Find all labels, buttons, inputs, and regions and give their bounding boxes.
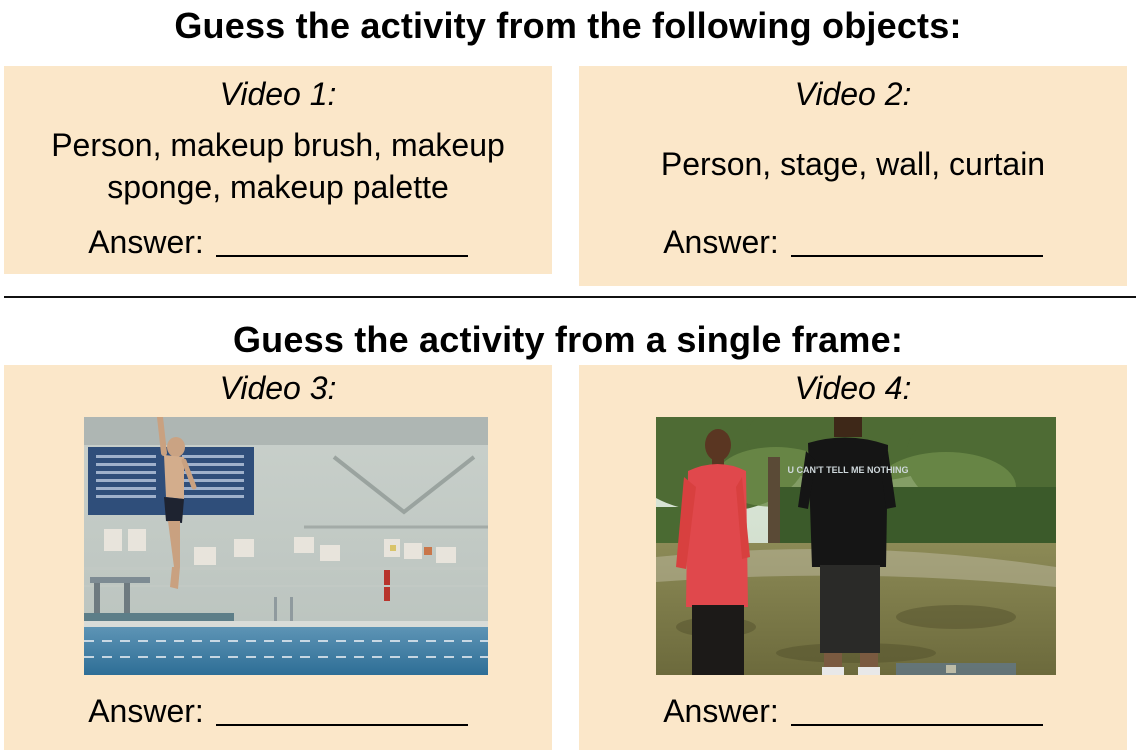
video-1-answer: Answer: <box>4 224 552 260</box>
shirt-text: U CAN'T TELL ME NOTHING <box>788 465 909 475</box>
video-2-objects: Person, stage, wall, curtain <box>660 146 1046 182</box>
video-4-answer: Answer: <box>579 693 1127 729</box>
video-2-answer: Answer: <box>579 224 1127 260</box>
video-1-label: Video 1: <box>219 76 337 112</box>
answer-blank[interactable] <box>215 696 468 726</box>
video-4-panel: Video 4: U CAN'T TELL ME NOTHING Answer: <box>579 365 1127 750</box>
frame-section-heading: Guess the activity from a single frame: <box>232 319 904 360</box>
answer-label: Answer: <box>663 693 779 729</box>
video-3-label: Video 3: <box>219 370 337 406</box>
video-1-panel: Video 1: Person, makeup brush, makeup sp… <box>4 66 552 274</box>
answer-label: Answer: <box>663 224 779 260</box>
answer-blank[interactable] <box>790 696 1043 726</box>
video-3-answer: Answer: <box>4 693 552 729</box>
objects-section-heading: Guess the activity from the following ob… <box>174 5 962 46</box>
answer-label: Answer: <box>88 224 204 260</box>
section-divider <box>4 296 1136 298</box>
video-3-panel: Video 3: Answer: <box>4 365 552 750</box>
answer-blank[interactable] <box>215 227 468 257</box>
answer-label: Answer: <box>88 693 204 729</box>
video-4-frame-image: U CAN'T TELL ME NOTHING <box>656 417 1056 675</box>
video-4-label: Video 4: <box>794 370 912 406</box>
answer-blank[interactable] <box>790 227 1043 257</box>
video-2-label: Video 2: <box>794 76 912 112</box>
video-3-frame-image <box>84 417 488 675</box>
video-1-objects: Person, makeup brush, makeup sponge, mak… <box>51 127 505 205</box>
video-2-panel: Video 2: Person, stage, wall, curtain An… <box>579 66 1127 286</box>
